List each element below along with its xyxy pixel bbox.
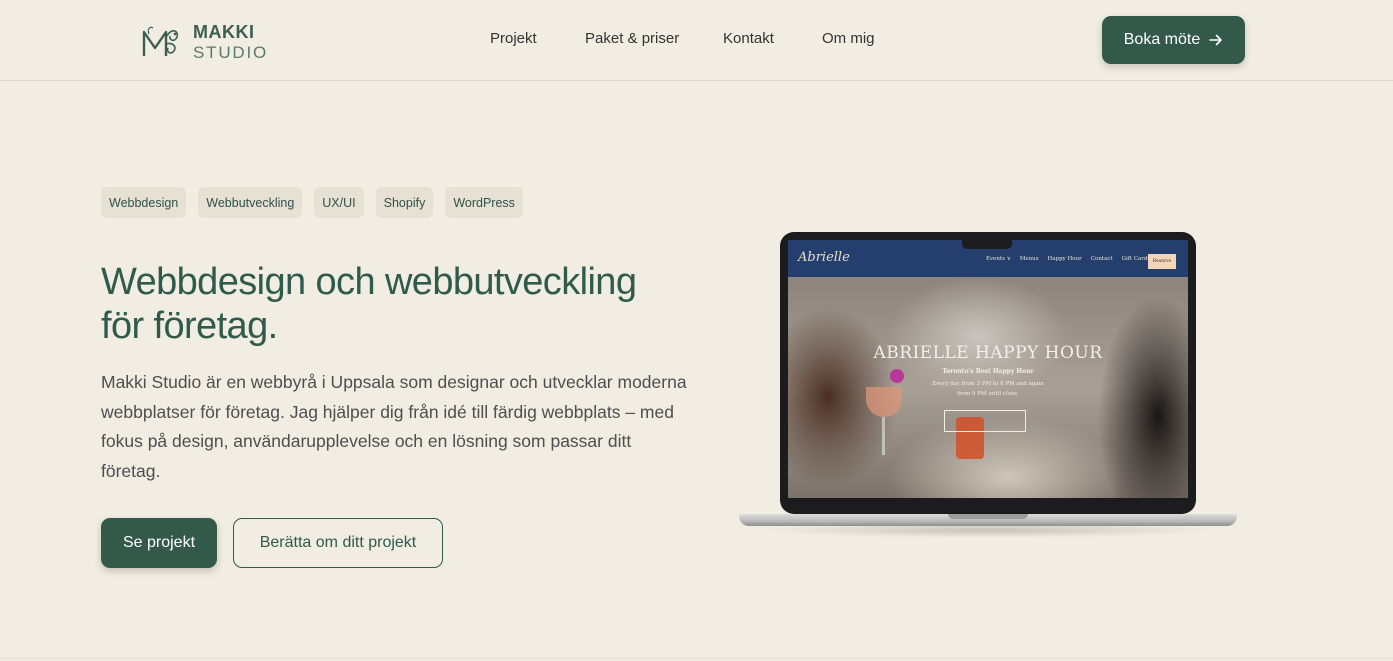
hero-headline: Webbdesign och webbutveckling för företa… [101, 261, 637, 347]
book-meeting-label: Boka möte [1123, 31, 1201, 48]
laptop-notch [962, 239, 1012, 249]
tag-webbutveckling: Webbutveckling [198, 187, 303, 218]
mockup-site-links: Events ∨ Menus Happy Hour Contact Gift C… [986, 256, 1150, 262]
tag-ux-ui: UX/UI [314, 187, 364, 218]
brand-name-top: MAKKI [193, 22, 255, 42]
nav-item-om-mig[interactable]: Om mig [822, 30, 875, 47]
mockup-site-logo: Abrielle [798, 250, 850, 265]
laptop-screen: Abrielle Events ∨ Menus Happy Hour Conta… [788, 240, 1188, 498]
tag-wordpress: WordPress [445, 187, 523, 218]
mockup-hero-button [944, 410, 1026, 432]
service-tags: Webbdesign Webbutveckling UX/UI Shopify … [101, 187, 523, 218]
mockup-hero-subtitle: Toronto's Best Happy Hour [942, 368, 1034, 375]
brand-logo[interactable]: MAKKI STUDIO [141, 22, 268, 62]
arrow-right-icon [1209, 34, 1223, 46]
mockup-link-gift-cards: Gift Cards [1121, 256, 1151, 262]
mockup-link-menus: Menus [1019, 256, 1039, 262]
nav-item-kontakt[interactable]: Kontakt [723, 30, 774, 47]
tag-shopify: Shopify [375, 187, 434, 218]
makki-monogram-icon [142, 26, 179, 56]
brand-wordmark: MAKKI STUDIO [193, 23, 268, 61]
tell-about-project-button[interactable]: Berätta om ditt projekt [233, 518, 443, 568]
site-header: MAKKI STUDIO Projekt Paket & priser Kont… [0, 0, 1393, 81]
section-divider [0, 658, 1393, 659]
laptop-lid: Abrielle Events ∨ Menus Happy Hour Conta… [780, 232, 1196, 514]
mockup-hero-title: ABRIELLE HAPPY HOUR [873, 343, 1103, 363]
mockup-link-happy-hour: Happy Hour [1047, 256, 1082, 262]
see-projects-button[interactable]: Se projekt [101, 518, 217, 568]
nav-item-paket-priser[interactable]: Paket & priser [585, 30, 679, 47]
laptop-base-notch [948, 514, 1028, 519]
mockup-reserve-button: Reserve [1148, 254, 1176, 269]
mockup-hero-text: Every day from 3 PM to 6 PM and again fr… [932, 381, 1044, 397]
mockup-hero-photo: ABRIELLE HAPPY HOUR Toronto's Best Happy… [788, 277, 1188, 498]
tag-webbdesign: Webbdesign [101, 187, 187, 218]
hero-intro: Makki Studio är en webbyrå i Uppsala som… [101, 372, 687, 481]
nav-item-projekt[interactable]: Projekt [490, 30, 537, 47]
cocktail-stem-shape [882, 417, 885, 455]
cocktail-glass-shape [866, 387, 902, 417]
book-meeting-button[interactable]: Boka möte [1102, 16, 1245, 64]
brand-name-bottom: STUDIO [193, 43, 269, 62]
mockup-link-events: Events ∨ [986, 256, 1011, 262]
mockup-link-contact: Contact [1090, 256, 1113, 262]
laptop-mockup: Abrielle Events ∨ Menus Happy Hour Conta… [739, 232, 1237, 538]
